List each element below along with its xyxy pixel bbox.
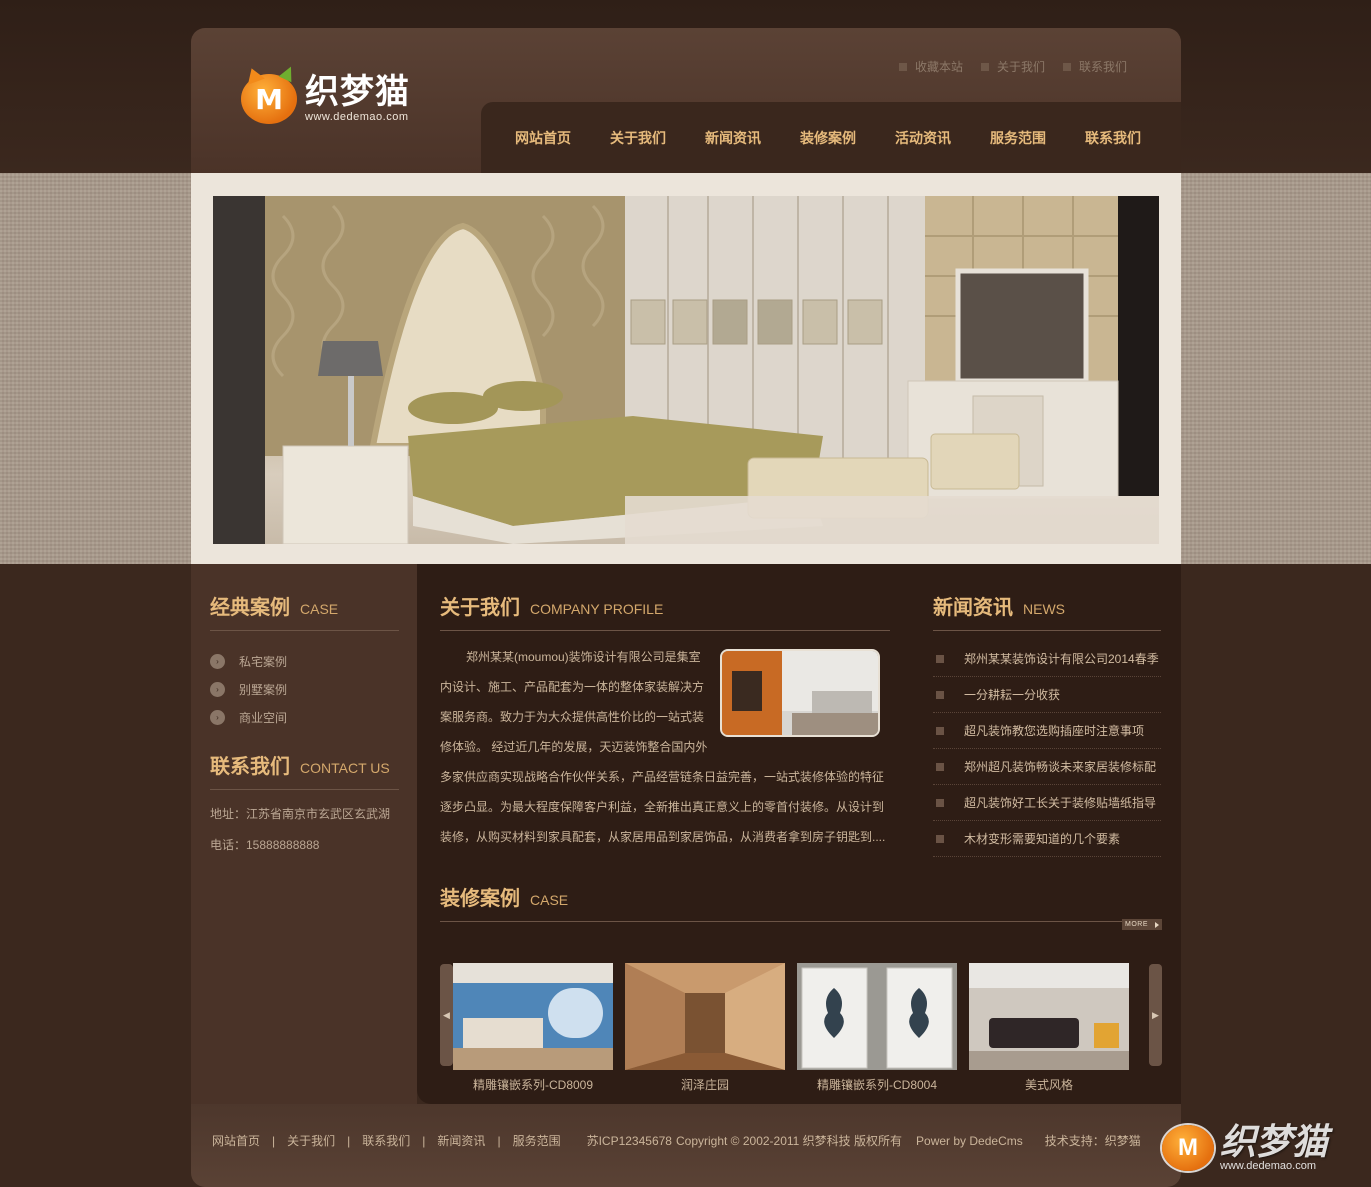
chevron-right-icon: › <box>210 709 225 725</box>
news-item[interactable]: 超凡装饰教您选购插座时注意事项 <box>933 713 1161 749</box>
left-sidebar: 经典案例 CASE › 私宅案例 › 别墅案例 › 商业空间 联系我们 CONTACT… <box>191 564 417 1104</box>
gallery-thumb-2[interactable] <box>625 963 785 1070</box>
gallery-caption-3[interactable]: 精雕镶嵌系列-CD8004 <box>797 1076 957 1093</box>
footer-link-home[interactable]: 网站首页 <box>212 1132 260 1149</box>
divider <box>933 630 1161 631</box>
header: M 织梦猫 www.dedemao.com 收藏本站 关于我们 联系我们 网站首… <box>191 28 1181 173</box>
gallery-caption-1[interactable]: 精雕镶嵌系列-CD8009 <box>453 1076 613 1093</box>
nav-about[interactable]: 关于我们 <box>610 128 666 148</box>
logo-url: www.dedemao.com <box>305 111 409 123</box>
footer-link-services[interactable]: 服务范围 <box>513 1132 561 1149</box>
case-item-villa[interactable]: › 别墅案例 <box>210 675 399 703</box>
case-category-list: › 私宅案例 › 别墅案例 › 商业空间 <box>210 647 399 731</box>
gallery-thumb-1[interactable] <box>453 963 613 1070</box>
gallery-next-button[interactable]: ▶ <box>1149 964 1162 1066</box>
square-bullet-icon <box>936 690 944 699</box>
footer-copyright: Copyright © 2002-2011 织梦科技 版权所有 <box>675 1134 903 1148</box>
news-item[interactable]: 郑州超凡装饰畅谈未来家居装修标配 <box>933 749 1161 785</box>
wardrobe-thumbnail <box>797 963 957 1070</box>
banner-frame <box>191 173 1181 564</box>
footer: 网站首页 | 关于我们 | 联系我们 | 新闻资讯 | 服务范围 苏ICP123… <box>191 1104 1181 1187</box>
living-room-thumbnail <box>969 963 1129 1070</box>
footer-support: 技术支持：织梦猫 <box>1044 1134 1141 1148</box>
footer-power: Power by DedeCms <box>916 1133 1023 1148</box>
square-bullet-icon <box>936 798 944 807</box>
nav-services[interactable]: 服务范围 <box>990 128 1046 148</box>
divider <box>210 630 399 631</box>
about-section-title: 关于我们 COMPANY PROFILE <box>440 597 664 619</box>
page-wrapper: M 织梦猫 www.dedemao.com 收藏本站 关于我们 联系我们 网站首… <box>191 28 1181 1187</box>
chevron-right-icon: › <box>210 681 225 697</box>
square-bullet-icon <box>980 62 989 71</box>
logo-cat-icon: M <box>241 74 297 124</box>
footer-link-about[interactable]: 关于我们 <box>287 1132 335 1149</box>
about-text: 郑州某某(moumou)装饰设计有限公司是集室 内设计、施工、产品配套为一体的整… <box>440 650 886 844</box>
case-item-private[interactable]: › 私宅案例 <box>210 647 399 675</box>
toplink-about[interactable]: 关于我们 <box>980 58 1045 75</box>
square-bullet-icon <box>936 654 944 663</box>
toplink-contact[interactable]: 联系我们 <box>1062 58 1127 75</box>
bedroom-illustration <box>213 196 1159 544</box>
content-area: 经典案例 CASE › 私宅案例 › 别墅案例 › 商业空间 联系我们 CONTACT… <box>191 564 1181 1187</box>
news-item[interactable]: 一分耕耘一分收获 <box>933 677 1161 713</box>
case-item-commercial[interactable]: › 商业空间 <box>210 703 399 731</box>
gallery-caption-4[interactable]: 美式风格 <box>969 1076 1129 1093</box>
gallery-thumb-3[interactable] <box>797 963 957 1070</box>
footer-link-contact[interactable]: 联系我们 <box>362 1132 410 1149</box>
divider <box>440 630 890 631</box>
news-item[interactable]: 超凡装饰好工长关于装修贴墙纸指导 <box>933 785 1161 821</box>
watermark-text: 织梦猫 <box>1220 1121 1329 1163</box>
bedroom-thumbnail <box>453 963 613 1070</box>
news-list: 郑州某某装饰设计有限公司2014春季 一分耕耘一分收获 超凡装饰教您选购插座时注… <box>933 641 1161 857</box>
footer-icp: 苏ICP12345678 <box>586 1134 672 1148</box>
square-bullet-icon <box>898 62 907 71</box>
top-links: 收藏本站 关于我们 联系我们 <box>898 58 1127 75</box>
contact-section-title: 联系我们 CONTACT US <box>210 756 390 778</box>
gallery-prev-button[interactable]: ◀ <box>440 964 453 1066</box>
toplink-bookmark[interactable]: 收藏本站 <box>898 58 963 75</box>
more-button[interactable]: MORE <box>1122 919 1162 930</box>
watermark-url: www.dedemao.com <box>1220 1159 1316 1172</box>
gallery-caption-2[interactable]: 润泽庄园 <box>625 1076 785 1093</box>
contact-phone: 电话：15888888888 <box>210 838 320 852</box>
logo-cat-icon: M <box>1162 1125 1214 1171</box>
square-bullet-icon <box>936 726 944 735</box>
watermark-logo: M 织梦猫 www.dedemao.com <box>1162 1118 1362 1178</box>
nav-contact[interactable]: 联系我们 <box>1085 128 1141 148</box>
main-nav: 网站首页 关于我们 新闻资讯 装修案例 活动资讯 服务范围 联系我们 <box>481 102 1181 173</box>
nav-cases[interactable]: 装修案例 <box>800 128 856 148</box>
contact-address: 地址：江苏省南京市玄武区玄武湖 <box>210 807 391 821</box>
news-item[interactable]: 木材变形需要知道的几个要素 <box>933 821 1161 857</box>
gallery-section-title: 装修案例 CASE <box>440 888 569 910</box>
gallery-thumb-4[interactable] <box>969 963 1129 1070</box>
news-section-title: 新闻资讯 NEWS <box>933 597 1065 619</box>
nav-home[interactable]: 网站首页 <box>515 128 571 148</box>
square-bullet-icon <box>936 762 944 771</box>
site-logo[interactable]: M 织梦猫 www.dedemao.com <box>241 74 410 124</box>
hallway-thumbnail <box>625 963 785 1070</box>
square-bullet-icon <box>1062 62 1071 71</box>
footer-links: 网站首页 | 关于我们 | 联系我们 | 新闻资讯 | 服务范围 苏ICP123… <box>212 1132 1141 1149</box>
banner-image <box>213 196 1159 544</box>
square-bullet-icon <box>936 834 944 843</box>
arrow-left-icon: ◀ <box>443 1009 450 1020</box>
case-section-title: 经典案例 CASE <box>210 597 339 619</box>
divider <box>210 789 399 790</box>
divider <box>440 921 1162 922</box>
nav-events[interactable]: 活动资讯 <box>895 128 951 148</box>
chevron-right-icon: › <box>210 653 225 669</box>
nav-news[interactable]: 新闻资讯 <box>705 128 761 148</box>
arrow-right-icon: ▶ <box>1152 1009 1159 1020</box>
logo-text: 织梦猫 <box>305 72 410 112</box>
footer-link-news[interactable]: 新闻资讯 <box>437 1132 485 1149</box>
news-item[interactable]: 郑州某某装饰设计有限公司2014春季 <box>933 641 1161 677</box>
main-panel: 关于我们 COMPANY PROFILE 郑州某某(moumou)装饰设计有限公… <box>417 564 1181 1104</box>
